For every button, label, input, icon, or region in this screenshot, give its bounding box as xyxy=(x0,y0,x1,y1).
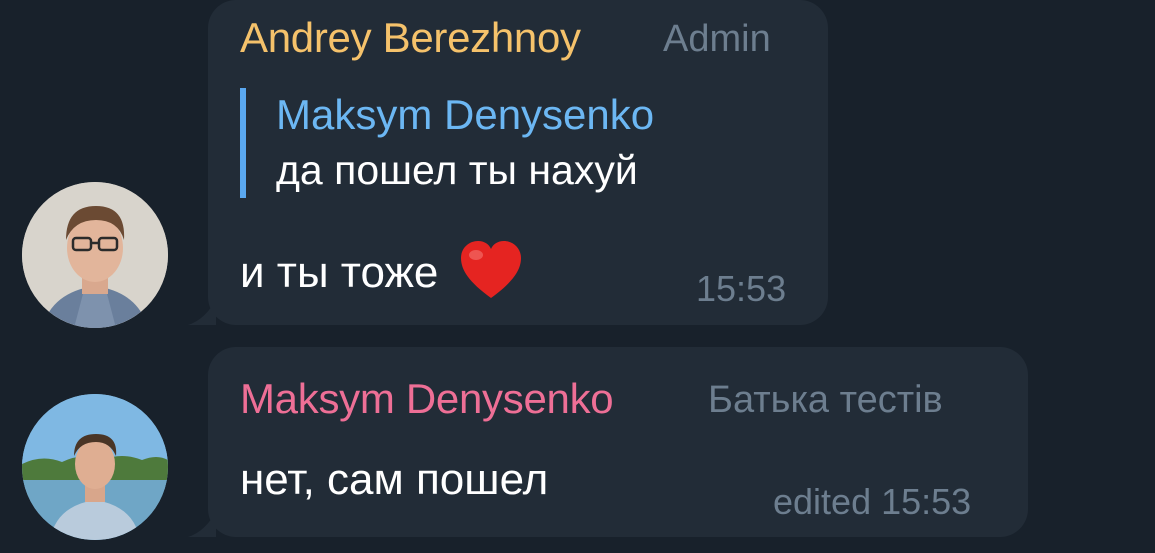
reply-sender-name: Maksym Denysenko xyxy=(276,91,655,138)
message-text: нет, сам пошел xyxy=(240,455,549,504)
message-bubble[interactable]: Andrey Berezhnoy Admin Maksym Denysenko … xyxy=(188,0,828,325)
bubble-tail xyxy=(188,511,216,537)
message-time: 15:53 xyxy=(696,268,787,309)
message-bubble[interactable]: Maksym Denysenko Батька тестів нет, сам … xyxy=(188,347,1028,537)
sender-role: Admin xyxy=(663,18,771,60)
avatar-andrey-berezhnoy[interactable] xyxy=(22,182,168,328)
sender-name[interactable]: Andrey Berezhnoy xyxy=(240,14,581,62)
reply-quote[interactable]: Maksym Denysenko да пошел ты нахуй xyxy=(240,88,654,198)
avatar-maksym-denysenko[interactable] xyxy=(22,394,168,540)
message-text: и ты тоже xyxy=(240,240,523,311)
message-text-content: и ты тоже xyxy=(240,248,439,298)
bubble-tail xyxy=(188,299,216,325)
sender-role: Батька тестів xyxy=(708,379,943,421)
chat-view: Andrey Berezhnoy Admin Maksym Denysenko … xyxy=(0,0,1155,553)
message-time: edited 15:53 xyxy=(773,481,972,522)
reply-text: да пошел ты нахуй xyxy=(276,147,638,193)
heart-emoji-icon xyxy=(459,240,523,311)
sender-name[interactable]: Maksym Denysenko xyxy=(240,375,614,423)
